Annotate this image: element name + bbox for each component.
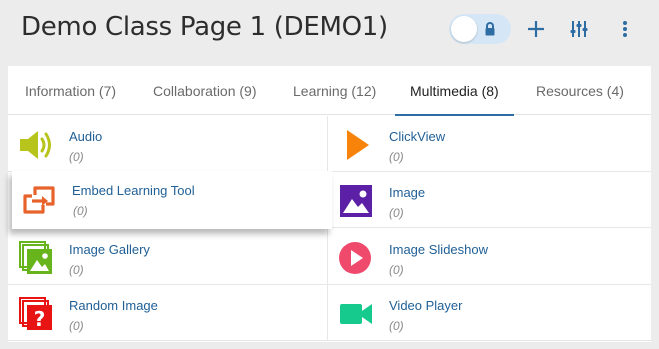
image-icon — [340, 185, 372, 217]
tool-count: (0) — [389, 206, 404, 220]
tool-item-image-gallery[interactable]: Image Gallery (0) — [8, 229, 328, 285]
play-triangle-icon — [347, 130, 369, 160]
image-gallery-icon — [19, 241, 52, 274]
tool-item-embed-learning-tool[interactable]: Embed Learning Tool (0) — [12, 171, 332, 229]
lock-icon — [485, 22, 495, 36]
video-camera-icon — [340, 304, 372, 324]
add-plus-icon[interactable] — [525, 17, 547, 41]
page-header: Demo Class Page 1 (DEMO1) — [0, 0, 659, 64]
tool-name: Embed Learning Tool — [72, 183, 195, 198]
tool-count: (0) — [69, 263, 84, 277]
tool-count: (0) — [69, 319, 84, 333]
tool-item-audio[interactable]: Audio (0) — [8, 116, 328, 172]
page-title: Demo Class Page 1 (DEMO1) — [21, 12, 388, 42]
random-image-icon: ? — [19, 297, 52, 331]
tool-name: Audio — [69, 129, 103, 144]
tool-name: Image Slideshow — [389, 242, 488, 257]
tool-item-image-slideshow[interactable]: Image Slideshow (0) — [328, 229, 651, 285]
tool-name: Video Player — [389, 298, 463, 313]
tool-count: (0) — [73, 204, 88, 218]
tool-item-clickview[interactable]: ClickView (0) — [328, 116, 651, 172]
tools-grid: Audio (0) ClickView (0) Embed Learning T… — [8, 116, 651, 342]
tools-panel: Information (7) Collaboration (9) Learni… — [8, 66, 651, 342]
toggle-knob — [451, 16, 477, 42]
category-tabs: Information (7) Collaboration (9) Learni… — [8, 66, 651, 116]
tool-name: Image Gallery — [69, 242, 150, 257]
tool-count: (0) — [389, 150, 404, 164]
tab-multimedia[interactable]: Multimedia (8) — [395, 66, 514, 116]
tool-item-video-player[interactable]: Video Player (0) — [328, 285, 651, 341]
tool-count: (0) — [69, 150, 84, 164]
embed-arrows-icon — [23, 186, 55, 214]
speaker-icon — [20, 131, 51, 159]
svg-text:?: ? — [34, 307, 46, 331]
tool-name: Image — [389, 185, 426, 200]
edit-lock-toggle[interactable] — [449, 14, 511, 44]
tool-item-random-image[interactable]: ? Random Image (0) — [8, 285, 328, 341]
tool-name: ClickView — [389, 129, 446, 144]
more-options-icon[interactable] — [614, 17, 636, 41]
tab-collaboration[interactable]: Collaboration (9) — [153, 66, 257, 115]
tool-count: (0) — [389, 263, 404, 277]
tab-learning[interactable]: Learning (12) — [293, 66, 376, 115]
tab-resources[interactable]: Resources (4) — [536, 66, 624, 115]
tool-item-image[interactable]: Image (0) — [328, 172, 651, 228]
tool-count: (0) — [389, 319, 404, 333]
tool-name: Random Image — [69, 298, 158, 313]
sliders-settings-icon[interactable] — [568, 17, 590, 41]
tab-information[interactable]: Information (7) — [25, 66, 116, 115]
slideshow-play-icon — [339, 242, 371, 274]
